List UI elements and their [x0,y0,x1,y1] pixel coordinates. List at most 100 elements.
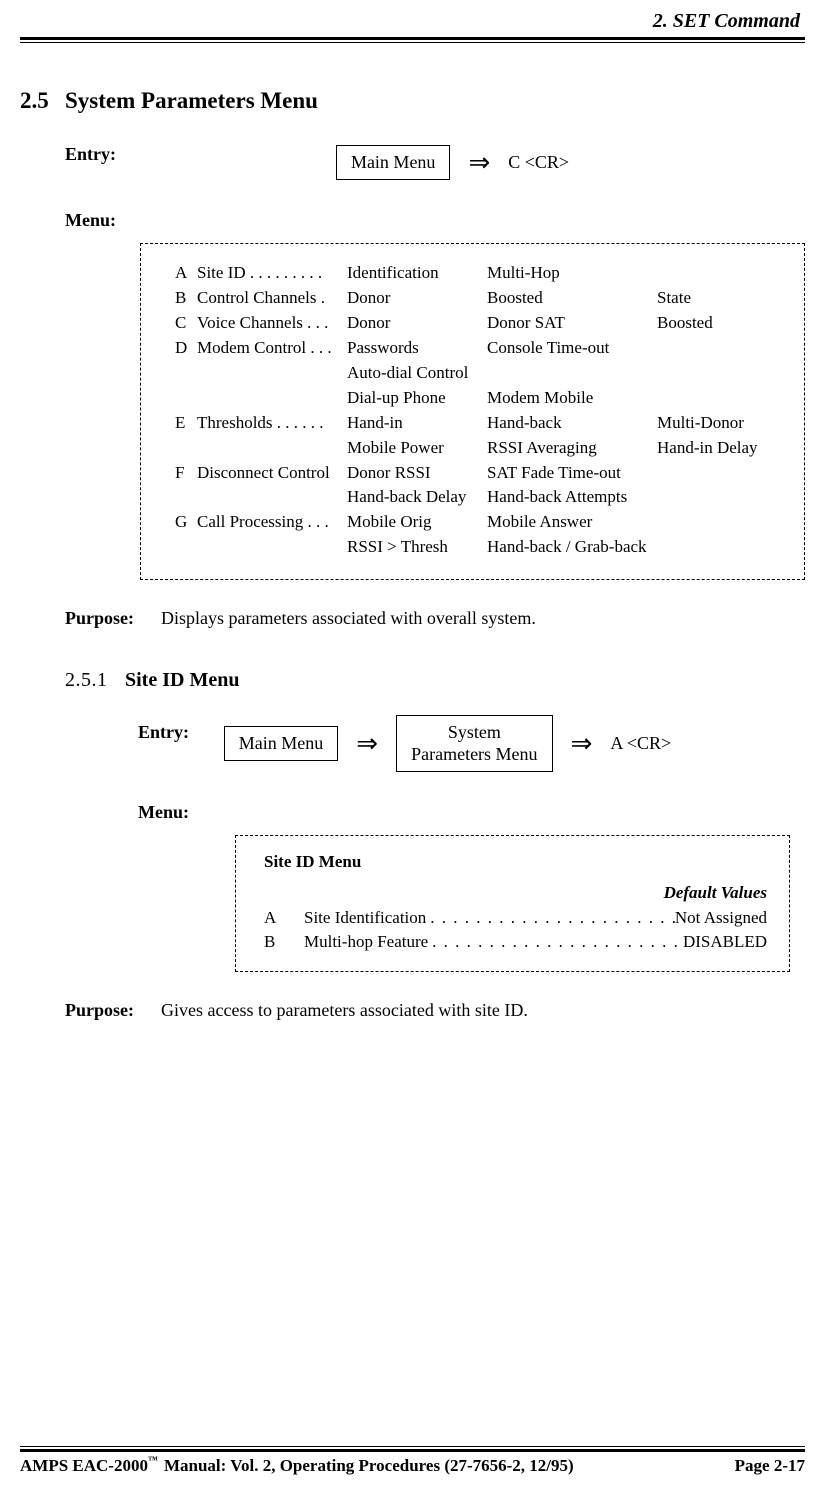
site-id-menu-title: Site ID Menu [264,850,767,875]
menu-cell: Mobile Answer [487,511,657,534]
purpose-label: Purpose: [65,608,161,629]
menu-cell: Call Processing . . . [197,511,347,534]
menu-key: B [264,930,304,955]
menu-cell: Donor SAT [487,312,657,335]
menu-cell: A [175,262,197,285]
subsection-number: 2.5.1 [65,669,125,692]
menu-item-value: Not Assigned [675,906,767,931]
menu-cell: Voice Channels . . . [197,312,347,335]
menu-cell: Multi-Hop [487,262,657,285]
dot-leader: . . . . . . . . . . . . . . . . . . . . … [426,906,675,931]
menu-item-name: Site Identification [304,906,426,931]
menu-cell [657,337,777,360]
subsection-title: Site ID Menu [125,669,239,692]
menu-cell: Donor [347,312,487,335]
menu-cell: Mobile Orig [347,511,487,534]
menu-cell [657,511,777,534]
entry-command: C <CR> [508,152,569,173]
entry-command: A <CR> [610,733,671,754]
trademark-symbol: ™ [148,1455,158,1466]
menu-cell [657,536,777,559]
menu-cell: Modem Mobile [487,387,657,410]
menu-cell [657,262,777,285]
menu-cell: Hand-back [487,412,657,435]
entry-flow: Main Menu ⇒ System Parameters Menu ⇒ A <… [90,715,805,772]
menu-cell [487,362,657,385]
page-header: 2. SET Command [20,0,805,33]
section-number: 2.5 [20,88,65,114]
menu-cell [197,362,347,385]
section-title: System Parameters Menu [65,88,318,114]
footer-product: AMPS EAC-2000™ [20,1456,158,1476]
entry-flow: Main Menu ⇒ C <CR> [100,145,805,180]
menu-cell [657,387,777,410]
entry-box-main-menu: Main Menu [224,726,339,761]
menu-cell: Mobile Power [347,437,487,460]
menu-cell [197,486,347,509]
menu-cell: Multi-Donor [657,412,777,435]
menu-cell: Hand-back / Grab-back [487,536,657,559]
menu-cell: Donor [347,287,487,310]
menu-cell: Site ID . . . . . . . . . [197,262,347,285]
menu-cell: Modem Control . . . [197,337,347,360]
entry-box-system-parameters: System Parameters Menu [396,715,552,772]
menu-cell [175,437,197,460]
arrow-icon: ⇒ [356,729,378,759]
menu-cell: Control Channels . [197,287,347,310]
purpose-row: Purpose: Displays parameters associated … [20,608,805,629]
footer-manual: Manual: Vol. 2, Operating Procedures (27… [158,1456,735,1476]
menu-cell: State [657,287,777,310]
menu-cell: RSSI Averaging [487,437,657,460]
footer-page: Page 2-17 [735,1456,805,1476]
menu-cell: Hand-in [347,412,487,435]
menu-cell: Boosted [657,312,777,335]
dot-leader: . . . . . . . . . . . . . . . . . . . . … [428,930,683,955]
menu-item-value: DISABLED [683,930,767,955]
menu-cell: Donor RSSI [347,462,487,485]
menu-cell: Auto-dial Control [347,362,487,385]
menu-cell: E [175,412,197,435]
menu-cell [197,536,347,559]
menu-cell [657,486,777,509]
menu-cell: F [175,462,197,485]
purpose-text: Displays parameters associated with over… [161,608,805,629]
menu-grid: ASite ID . . . . . . . . .Identification… [175,262,782,559]
menu-cell [197,437,347,460]
page-footer: AMPS EAC-2000™ Manual: Vol. 2, Operating… [20,1446,805,1476]
menu-cell [175,536,197,559]
menu-cell: RSSI > Thresh [347,536,487,559]
menu-cell: Dial-up Phone [347,387,487,410]
menu-cell: Hand-back Attempts [487,486,657,509]
entry-box2-line2: Parameters Menu [411,744,537,764]
menu-cell: Console Time-out [487,337,657,360]
arrow-icon: ⇒ [571,729,593,759]
arrow-icon: ⇒ [468,148,490,178]
menu-cell: B [175,287,197,310]
menu-cell: Passwords [347,337,487,360]
menu-cell [175,387,197,410]
menu-cell: G [175,511,197,534]
site-id-menu-box: Site ID Menu Default Values ASite Identi… [235,835,790,972]
menu-key: A [264,906,304,931]
menu-cell [175,486,197,509]
menu-label: Menu: [138,802,805,823]
footer-rule [20,1446,805,1452]
menu-cell [175,362,197,385]
default-values-heading: Default Values [264,881,767,906]
header-rule [20,37,805,43]
menu-item-name: Multi-hop Feature [304,930,428,955]
menu-cell [657,362,777,385]
menu-box: ASite ID . . . . . . . . .Identification… [140,243,805,580]
site-id-menu-row: BMulti-hop Feature . . . . . . . . . . .… [264,930,767,955]
purpose-text: Gives access to parameters associated wi… [161,1000,805,1021]
purpose-label: Purpose: [65,1000,161,1021]
menu-cell: Disconnect Control [197,462,347,485]
menu-cell: Hand-back Delay [347,486,487,509]
entry-box2-line1: System [448,722,501,742]
menu-cell [657,462,777,485]
menu-cell: Boosted [487,287,657,310]
menu-cell [197,387,347,410]
menu-label: Menu: [65,210,805,231]
menu-cell: C [175,312,197,335]
section-2-5: 2.5 System Parameters Menu Entry: Main M… [20,88,805,629]
